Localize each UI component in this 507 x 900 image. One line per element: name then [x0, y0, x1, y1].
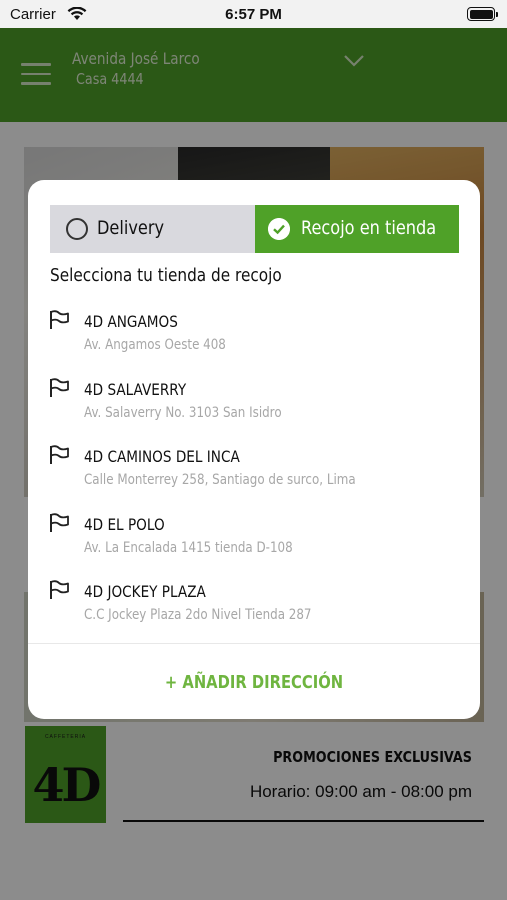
store-item[interactable]: 4D ANGAMOS Av. Angamos Oeste 408: [28, 308, 480, 376]
flag-icon: [50, 512, 69, 532]
store-address: Av. Salaverry No. 3103 San Isidro: [84, 404, 282, 421]
radio-unchecked-icon: [66, 218, 88, 240]
tab-delivery[interactable]: Delivery: [50, 205, 255, 253]
store-name: 4D ANGAMOS: [84, 312, 178, 331]
store-address: Calle Monterrey 258, Santiago de surco, …: [84, 472, 356, 488]
store-item[interactable]: 4D SALAVERRY Av. Salaverry No. 3103 San …: [28, 376, 480, 444]
divider: [28, 643, 480, 644]
flag-icon: [50, 445, 69, 464]
status-bar: Carrier 6:57 PM: [0, 0, 507, 28]
tab-pickup-label: Recojo en tienda: [301, 217, 437, 239]
delivery-mode-toggle: Delivery Recojo en tienda: [50, 205, 459, 253]
check-circle-icon: [268, 218, 290, 240]
clock-label: 6:57 PM: [225, 6, 282, 23]
store-item[interactable]: 4D EL POLO Av. La Encalada 1415 tienda D…: [28, 511, 480, 579]
store-list: 4D ANGAMOS Av. Angamos Oeste 408 4D SALA…: [28, 308, 480, 646]
add-address-button[interactable]: + AÑADIR DIRECCIÓN: [69, 672, 440, 693]
store-name: 4D JOCKEY PLAZA: [84, 582, 206, 601]
store-name: 4D EL POLO: [84, 514, 165, 534]
flag-icon: [50, 580, 69, 599]
store-name: 4D CAMINOS DEL INCA: [84, 447, 240, 466]
store-address: C.C Jockey Plaza 2do Nivel Tienda 287: [84, 607, 312, 623]
flag-icon: [50, 377, 69, 397]
store-address: Av. Angamos Oeste 408: [84, 337, 226, 353]
store-item[interactable]: 4D CAMINOS DEL INCA Calle Monterrey 258,…: [28, 443, 480, 511]
pickup-store-modal: Delivery Recojo en tienda Selecciona tu …: [28, 180, 480, 719]
tab-pickup[interactable]: Recojo en tienda: [255, 205, 459, 253]
store-item[interactable]: 4D JOCKEY PLAZA C.C Jockey Plaza 2do Niv…: [28, 578, 480, 646]
store-address: Av. La Encalada 1415 tienda D-108: [84, 539, 293, 556]
flag-icon: [50, 310, 69, 329]
tab-delivery-label: Delivery: [97, 217, 165, 239]
battery-icon: [467, 7, 498, 21]
modal-subtitle: Selecciona tu tienda de recojo: [50, 265, 282, 286]
store-name: 4D SALAVERRY: [84, 379, 187, 399]
